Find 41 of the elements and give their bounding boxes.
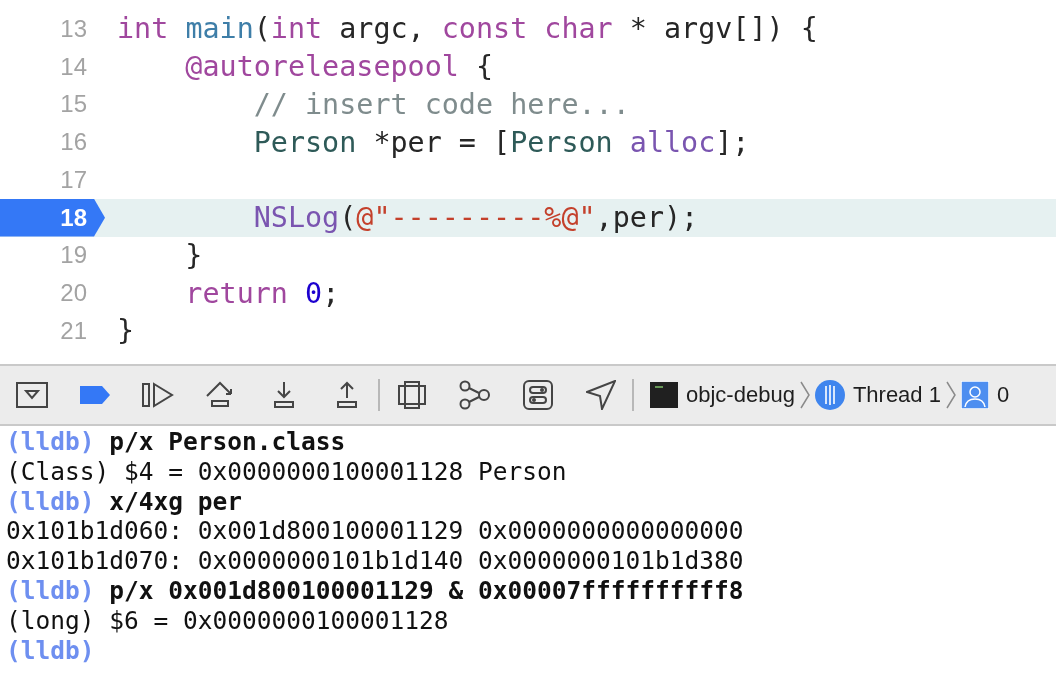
console-output-line: 0x101b1d060: 0x001d800100001129 0x0000000000000000 <box>6 516 745 547</box>
console-command-line: (lldb) x/4xg per <box>6 486 244 517</box>
line-number: 15 <box>59 89 88 120</box>
line-number: 13 <box>59 13 88 44</box>
step-into-icon <box>272 381 295 409</box>
line-number: 21 <box>59 315 88 346</box>
console-output-line: 0x101b1d070: 0x0000000101b1d140 0x0000000101b1d380 <box>6 546 745 576</box>
code-line: @autoreleasepool { <box>184 50 494 84</box>
code-line: NSLog(@"---------%@",per); <box>252 201 699 235</box>
line-number: 14 <box>59 51 88 82</box>
console-output-line: (Class) $4 = 0x0000000100001128 Person <box>6 456 568 487</box>
location-icon <box>585 380 616 410</box>
environment-overrides-icon <box>522 380 553 410</box>
step-out-icon <box>335 381 358 409</box>
breadcrumb-item[interactable]: Thread 1 <box>852 382 941 408</box>
console-command-line: (lldb) <box>6 635 96 666</box>
line-number: 16 <box>59 127 88 158</box>
terminal-icon <box>650 382 678 408</box>
code-line: // insert code here... <box>252 87 630 121</box>
console-command-line: (lldb) p/x 0x001d800100001129 & 0x00007ffffffffff8 <box>6 576 745 606</box>
console-output-line: (long) $6 = 0x0000000100001128 <box>6 605 450 636</box>
memory-graph-icon <box>458 380 491 410</box>
line-number: 19 <box>59 240 88 271</box>
code-line: return 0; <box>184 276 340 310</box>
breadcrumb-item[interactable]: objc-debug <box>686 382 795 408</box>
user-frame-icon <box>960 381 989 409</box>
thread-icon <box>814 380 845 410</box>
hide-panel-icon <box>15 382 48 408</box>
code-line: Person *per = [Person alloc]; <box>252 125 750 159</box>
code-line: } <box>116 314 135 348</box>
breadcrumb-item[interactable]: 0 <box>996 382 1010 408</box>
chevron-icon <box>798 381 811 409</box>
line-number: 20 <box>59 278 88 309</box>
current-line-number: 18 <box>0 198 105 237</box>
code-line: int main(int argc, const char * argv[]) { <box>116 12 818 46</box>
code-line: } <box>184 238 203 272</box>
chevron-icon <box>944 381 957 409</box>
console-command-line: (lldb) p/x Person.class <box>6 427 347 457</box>
line-number: 17 <box>59 164 88 195</box>
view-hierarchy-icon <box>397 381 426 409</box>
continue-icon <box>141 382 174 408</box>
